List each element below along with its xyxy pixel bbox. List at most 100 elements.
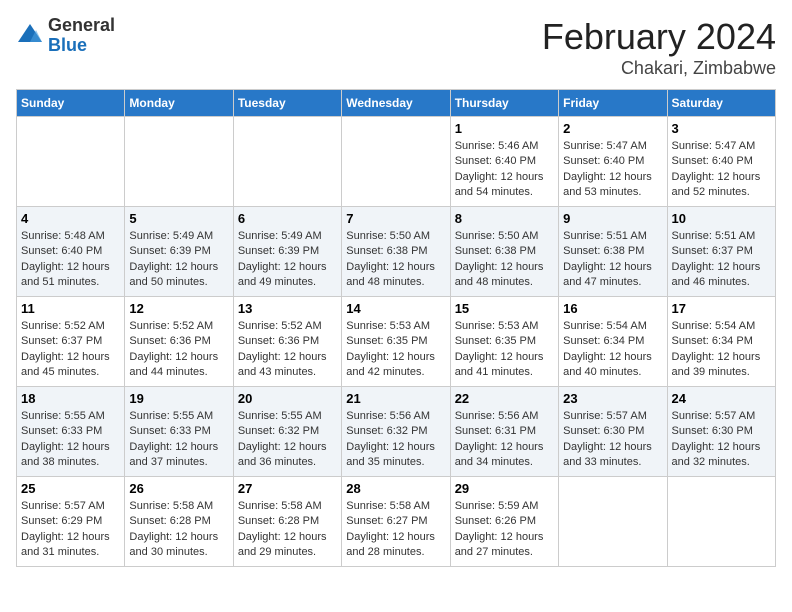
calendar-cell xyxy=(17,117,125,207)
day-info: Sunrise: 5:47 AM Sunset: 6:40 PM Dayligh… xyxy=(672,139,771,201)
page-header: General Blue February 2024 Chakari, Zimb… xyxy=(16,16,776,79)
day-number: 16 xyxy=(563,301,662,316)
calendar-cell: 22 Sunrise: 5:56 AM Sunset: 6:31 PM Dayli… xyxy=(450,387,558,477)
calendar-cell: 24 Sunrise: 5:57 AM Sunset: 6:30 PM Dayli… xyxy=(667,387,775,477)
calendar-cell: 27 Sunrise: 5:58 AM Sunset: 6:28 PM Dayli… xyxy=(233,477,341,567)
calendar-cell: 7 Sunrise: 5:50 AM Sunset: 6:38 PM Daylig… xyxy=(342,207,450,297)
calendar-cell: 8 Sunrise: 5:50 AM Sunset: 6:38 PM Daylig… xyxy=(450,207,558,297)
day-number: 4 xyxy=(21,211,120,226)
logo-line1: General xyxy=(48,16,115,36)
calendar-cell: 3 Sunrise: 5:47 AM Sunset: 6:40 PM Daylig… xyxy=(667,117,775,207)
day-info: Sunrise: 5:51 AM Sunset: 6:38 PM Dayligh… xyxy=(563,229,662,291)
day-info: Sunrise: 5:56 AM Sunset: 6:31 PM Dayligh… xyxy=(455,409,554,471)
calendar-week-1: 4 Sunrise: 5:48 AM Sunset: 6:40 PM Daylig… xyxy=(17,207,776,297)
day-number: 24 xyxy=(672,391,771,406)
col-header-friday: Friday xyxy=(559,90,667,117)
day-number: 13 xyxy=(238,301,337,316)
day-info: Sunrise: 5:52 AM Sunset: 6:36 PM Dayligh… xyxy=(129,319,228,381)
calendar-cell: 5Sunrise: 5:49 AM Sunset: 6:39 PM Daylig… xyxy=(125,207,233,297)
calendar-cell: 17 Sunrise: 5:54 AM Sunset: 6:34 PM Dayli… xyxy=(667,297,775,387)
calendar-cell: 25Sunrise: 5:57 AM Sunset: 6:29 PM Dayli… xyxy=(17,477,125,567)
calendar-cell: 15 Sunrise: 5:53 AM Sunset: 6:35 PM Dayli… xyxy=(450,297,558,387)
day-number: 18 xyxy=(21,391,120,406)
day-info: Sunrise: 5:55 AM Sunset: 6:32 PM Dayligh… xyxy=(238,409,337,471)
calendar-cell: 4 Sunrise: 5:48 AM Sunset: 6:40 PM Daylig… xyxy=(17,207,125,297)
logo-text: General Blue xyxy=(48,16,115,56)
day-number: 2 xyxy=(563,121,662,136)
day-info: Sunrise: 5:57 AM Sunset: 6:30 PM Dayligh… xyxy=(672,409,771,471)
calendar-header-row: SundayMondayTuesdayWednesdayThursdayFrid… xyxy=(17,90,776,117)
day-info: Sunrise: 5:49 AM Sunset: 6:39 PM Dayligh… xyxy=(129,229,228,291)
calendar-cell: 16 Sunrise: 5:54 AM Sunset: 6:34 PM Dayli… xyxy=(559,297,667,387)
day-number: 6 xyxy=(238,211,337,226)
day-info: Sunrise: 5:53 AM Sunset: 6:35 PM Dayligh… xyxy=(455,319,554,381)
calendar-week-0: 1 Sunrise: 5:46 AM Sunset: 6:40 PM Daylig… xyxy=(17,117,776,207)
day-info: Sunrise: 5:48 AM Sunset: 6:40 PM Dayligh… xyxy=(21,229,120,291)
day-number: 26 xyxy=(129,481,228,496)
day-number: 28 xyxy=(346,481,445,496)
day-number: 1 xyxy=(455,121,554,136)
day-number: 7 xyxy=(346,211,445,226)
day-info: Sunrise: 5:58 AM Sunset: 6:28 PM Dayligh… xyxy=(238,499,337,561)
day-number: 25 xyxy=(21,481,120,496)
calendar-cell: 6 Sunrise: 5:49 AM Sunset: 6:39 PM Daylig… xyxy=(233,207,341,297)
col-header-thursday: Thursday xyxy=(450,90,558,117)
calendar-cell: 11 Sunrise: 5:52 AM Sunset: 6:37 PM Dayli… xyxy=(17,297,125,387)
calendar-cell: 21 Sunrise: 5:56 AM Sunset: 6:32 PM Dayli… xyxy=(342,387,450,477)
day-number: 29 xyxy=(455,481,554,496)
calendar-week-2: 11 Sunrise: 5:52 AM Sunset: 6:37 PM Dayli… xyxy=(17,297,776,387)
day-info: Sunrise: 5:47 AM Sunset: 6:40 PM Dayligh… xyxy=(563,139,662,201)
day-info: Sunrise: 5:51 AM Sunset: 6:37 PM Dayligh… xyxy=(672,229,771,291)
day-number: 10 xyxy=(672,211,771,226)
calendar-cell: 12 Sunrise: 5:52 AM Sunset: 6:36 PM Dayli… xyxy=(125,297,233,387)
day-number: 17 xyxy=(672,301,771,316)
calendar-cell: 28 Sunrise: 5:58 AM Sunset: 6:27 PM Dayli… xyxy=(342,477,450,567)
day-number: 22 xyxy=(455,391,554,406)
day-info: Sunrise: 5:58 AM Sunset: 6:27 PM Dayligh… xyxy=(346,499,445,561)
day-info: Sunrise: 5:54 AM Sunset: 6:34 PM Dayligh… xyxy=(672,319,771,381)
day-info: Sunrise: 5:49 AM Sunset: 6:39 PM Dayligh… xyxy=(238,229,337,291)
col-header-monday: Monday xyxy=(125,90,233,117)
col-header-saturday: Saturday xyxy=(667,90,775,117)
day-info: Sunrise: 5:52 AM Sunset: 6:36 PM Dayligh… xyxy=(238,319,337,381)
day-info: Sunrise: 5:57 AM Sunset: 6:30 PM Dayligh… xyxy=(563,409,662,471)
day-number: 3 xyxy=(672,121,771,136)
day-info: Sunrise: 5:53 AM Sunset: 6:35 PM Dayligh… xyxy=(346,319,445,381)
day-number: 8 xyxy=(455,211,554,226)
calendar-cell xyxy=(559,477,667,567)
logo: General Blue xyxy=(16,16,115,56)
col-header-tuesday: Tuesday xyxy=(233,90,341,117)
calendar-cell: 13 Sunrise: 5:52 AM Sunset: 6:36 PM Dayli… xyxy=(233,297,341,387)
day-info: Sunrise: 5:54 AM Sunset: 6:34 PM Dayligh… xyxy=(563,319,662,381)
day-number: 19 xyxy=(129,391,228,406)
day-info: Sunrise: 5:58 AM Sunset: 6:28 PM Dayligh… xyxy=(129,499,228,561)
page-title: February 2024 xyxy=(542,16,776,58)
calendar-cell xyxy=(125,117,233,207)
calendar-cell xyxy=(342,117,450,207)
day-info: Sunrise: 5:50 AM Sunset: 6:38 PM Dayligh… xyxy=(346,229,445,291)
day-info: Sunrise: 5:50 AM Sunset: 6:38 PM Dayligh… xyxy=(455,229,554,291)
day-info: Sunrise: 5:59 AM Sunset: 6:26 PM Dayligh… xyxy=(455,499,554,561)
logo-line2: Blue xyxy=(48,36,115,56)
day-info: Sunrise: 5:52 AM Sunset: 6:37 PM Dayligh… xyxy=(21,319,120,381)
logo-icon xyxy=(16,22,44,50)
col-header-wednesday: Wednesday xyxy=(342,90,450,117)
calendar-week-4: 25Sunrise: 5:57 AM Sunset: 6:29 PM Dayli… xyxy=(17,477,776,567)
page-subtitle: Chakari, Zimbabwe xyxy=(542,58,776,79)
day-number: 21 xyxy=(346,391,445,406)
day-number: 15 xyxy=(455,301,554,316)
day-info: Sunrise: 5:55 AM Sunset: 6:33 PM Dayligh… xyxy=(129,409,228,471)
calendar-cell: 26 Sunrise: 5:58 AM Sunset: 6:28 PM Dayli… xyxy=(125,477,233,567)
calendar-cell: 1 Sunrise: 5:46 AM Sunset: 6:40 PM Daylig… xyxy=(450,117,558,207)
day-number: 11 xyxy=(21,301,120,316)
day-info: Sunrise: 5:56 AM Sunset: 6:32 PM Dayligh… xyxy=(346,409,445,471)
calendar-cell xyxy=(667,477,775,567)
day-number: 27 xyxy=(238,481,337,496)
calendar-cell: 29 Sunrise: 5:59 AM Sunset: 6:26 PM Dayli… xyxy=(450,477,558,567)
day-info: Sunrise: 5:46 AM Sunset: 6:40 PM Dayligh… xyxy=(455,139,554,201)
day-info: Sunrise: 5:55 AM Sunset: 6:33 PM Dayligh… xyxy=(21,409,120,471)
calendar-cell: 14Sunrise: 5:53 AM Sunset: 6:35 PM Dayli… xyxy=(342,297,450,387)
calendar-cell: 23 Sunrise: 5:57 AM Sunset: 6:30 PM Dayli… xyxy=(559,387,667,477)
day-number: 12 xyxy=(129,301,228,316)
day-number: 23 xyxy=(563,391,662,406)
